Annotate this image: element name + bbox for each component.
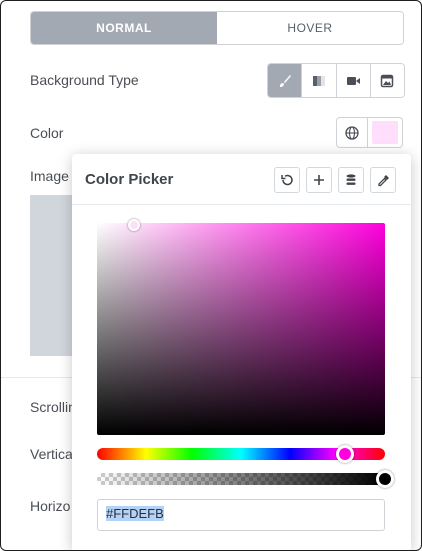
color-label: Color xyxy=(30,125,64,141)
brush-icon xyxy=(279,74,291,87)
background-video-button[interactable] xyxy=(335,64,370,97)
gradient-icon xyxy=(312,75,325,86)
tab-hover[interactable]: HOVER xyxy=(217,12,403,44)
reset-icon xyxy=(281,174,293,186)
saturation-handle[interactable] xyxy=(128,219,141,231)
color-library-button[interactable] xyxy=(338,167,364,193)
global-colors-button[interactable] xyxy=(336,117,368,148)
eyedropper-button[interactable] xyxy=(370,167,396,193)
plus-icon xyxy=(314,175,324,185)
alpha-slider[interactable] xyxy=(97,473,385,485)
background-classic-button[interactable] xyxy=(268,64,302,97)
color-picker-tools xyxy=(274,167,396,193)
hue-slider[interactable] xyxy=(97,445,385,463)
horizontal-label: Horizo xyxy=(30,498,71,514)
vertical-label: Vertical xyxy=(30,446,76,462)
color-swatch xyxy=(372,121,398,144)
image-placeholder[interactable] xyxy=(30,195,75,356)
state-tabs: NORMAL HOVER xyxy=(30,11,404,45)
color-picker-header: Color Picker xyxy=(72,154,411,205)
background-type-selector xyxy=(267,63,405,98)
tab-normal[interactable]: NORMAL xyxy=(31,12,217,44)
stack-icon xyxy=(346,174,356,185)
reset-color-button[interactable] xyxy=(274,167,300,193)
alpha-handle[interactable] xyxy=(376,470,394,488)
color-picker-title: Color Picker xyxy=(85,171,174,188)
background-slideshow-button[interactable] xyxy=(369,64,404,97)
color-picker-popup: Color Picker #FFDEFB xyxy=(72,154,411,550)
video-icon xyxy=(346,76,360,85)
background-gradient-button[interactable] xyxy=(301,64,336,97)
image-label: Image xyxy=(30,168,69,184)
hex-color-input[interactable]: #FFDEFB xyxy=(97,499,385,531)
add-color-button[interactable] xyxy=(306,167,332,193)
background-type-label: Background Type xyxy=(30,72,139,88)
hex-value: #FFDEFB xyxy=(106,506,164,521)
slideshow-icon xyxy=(381,74,394,87)
globe-icon xyxy=(345,125,359,140)
color-swatch-button[interactable] xyxy=(368,117,403,148)
editor-panel: NORMAL HOVER Background Type Color Image… xyxy=(0,0,422,551)
saturation-brightness-area[interactable] xyxy=(97,219,385,435)
eyedropper-icon xyxy=(377,174,389,186)
hue-handle[interactable] xyxy=(335,445,354,463)
